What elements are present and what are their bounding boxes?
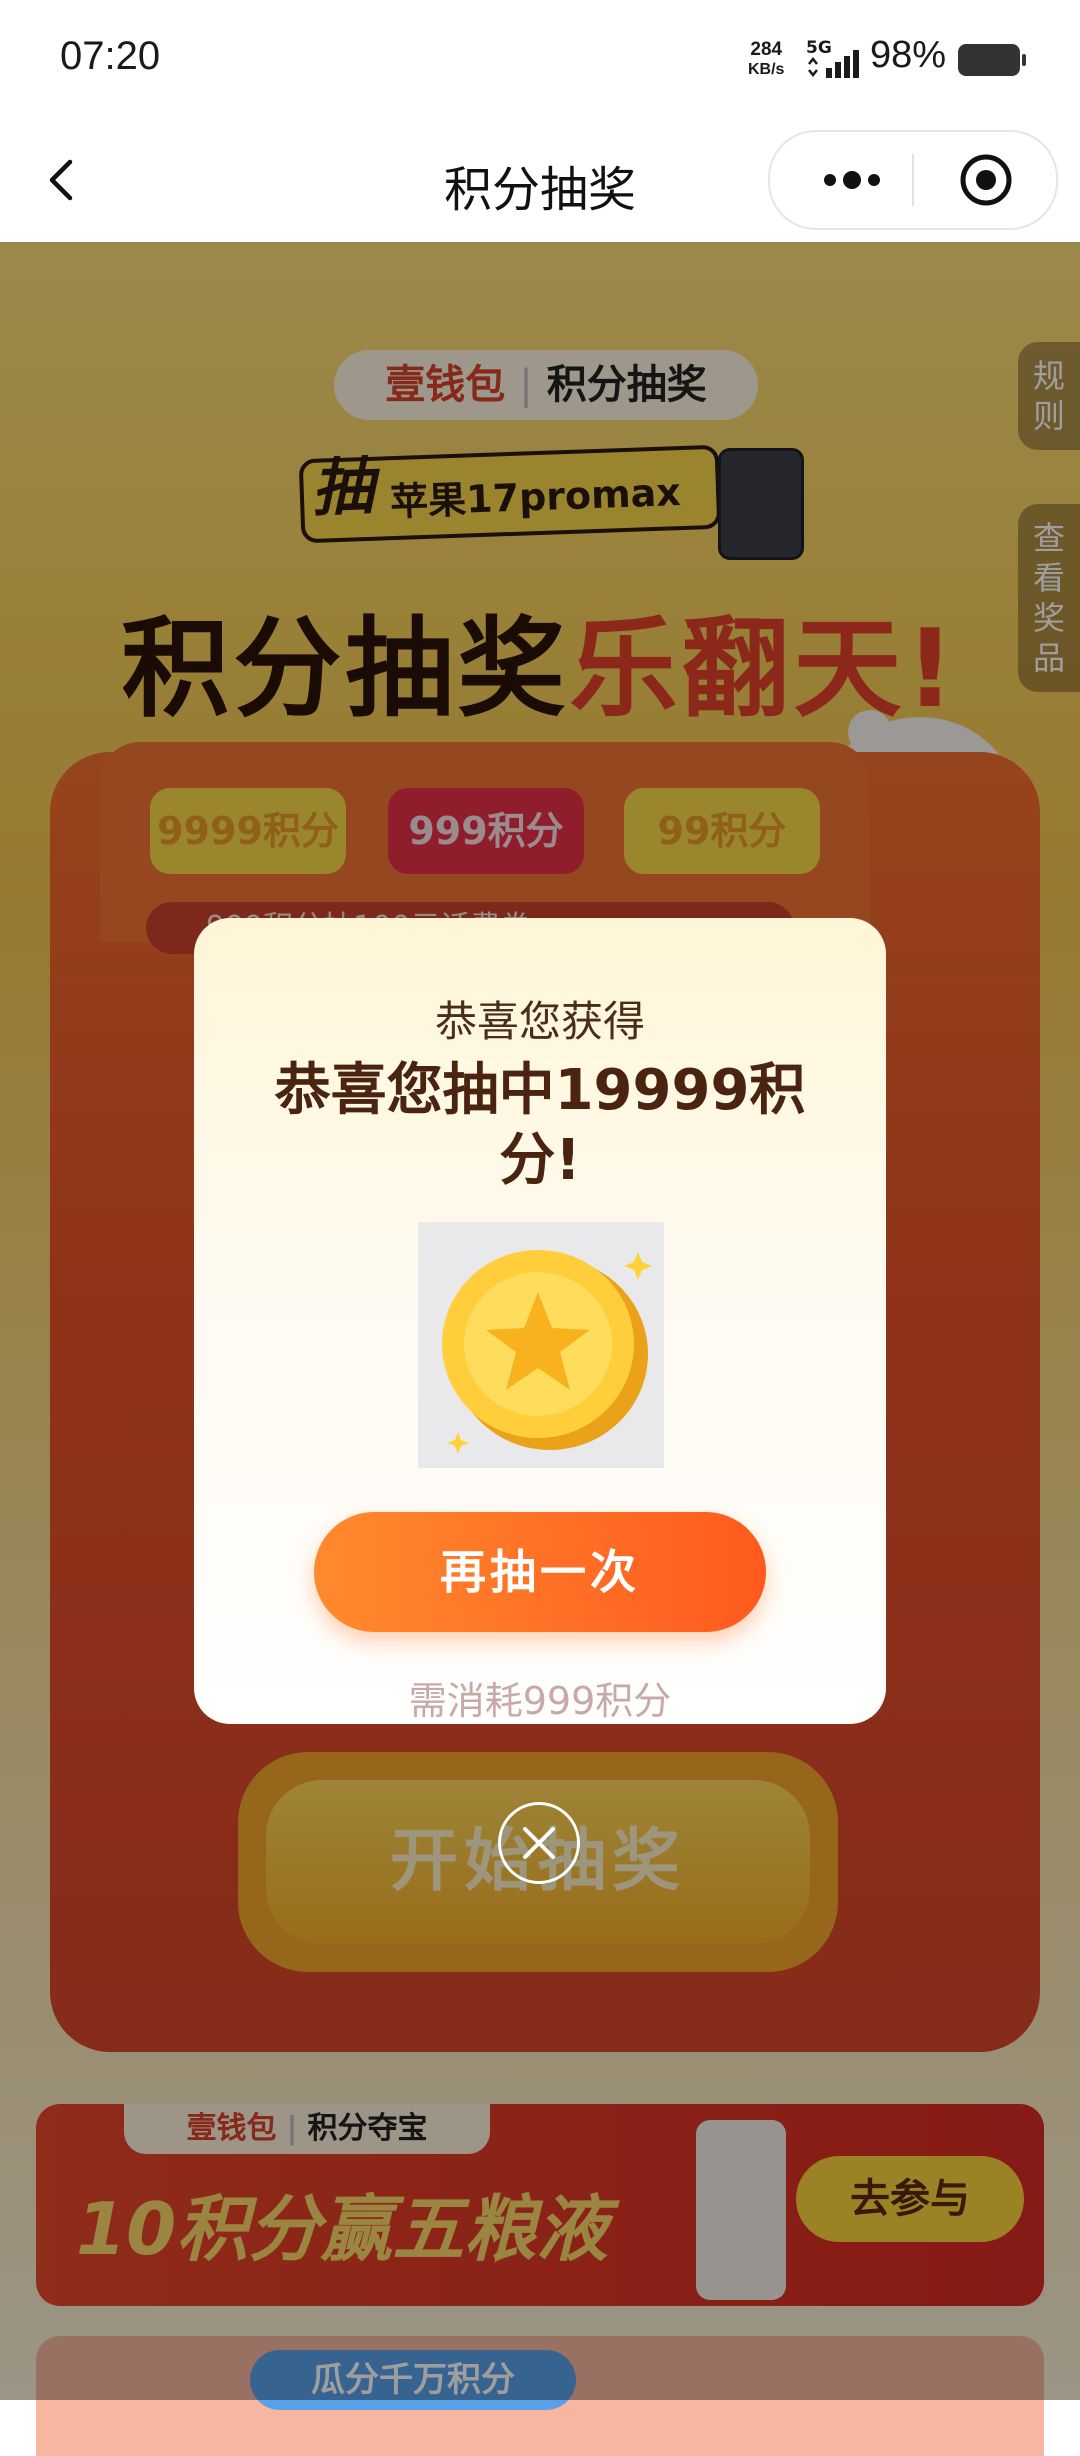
gold-star-coin-icon bbox=[418, 1222, 664, 1468]
capsule-divider bbox=[912, 154, 914, 206]
cost-note: 需消耗999积分 bbox=[408, 1679, 672, 1723]
close-circle-icon[interactable] bbox=[498, 1802, 580, 1884]
mini-program-capsule bbox=[768, 130, 1058, 230]
battery-percentage: 98% bbox=[870, 34, 947, 76]
draw-again-button[interactable]: 再抽一次 bbox=[314, 1512, 766, 1632]
target-circle-icon[interactable] bbox=[958, 152, 1014, 208]
network-speed: 284 KB/s bbox=[748, 40, 784, 80]
dialog-title: 恭喜您抽中19999积分! bbox=[274, 1058, 806, 1193]
network-speed-value: 284 bbox=[750, 39, 783, 60]
battery-icon bbox=[958, 44, 1026, 76]
prize-dialog: 恭喜您获得 恭喜您抽中19999积分! 再抽一次 需消耗999积分 bbox=[194, 918, 886, 1724]
nav-bar: 积分抽奖 bbox=[0, 120, 1080, 242]
dialog-subtitle: 恭喜您获得 bbox=[434, 997, 645, 1046]
status-bar: 07:20 284 KB/s 5G 98% bbox=[0, 0, 1080, 120]
signal-icon: 5G bbox=[806, 38, 862, 82]
status-time: 07:20 bbox=[60, 34, 161, 78]
network-speed-unit: KB/s bbox=[748, 61, 785, 78]
